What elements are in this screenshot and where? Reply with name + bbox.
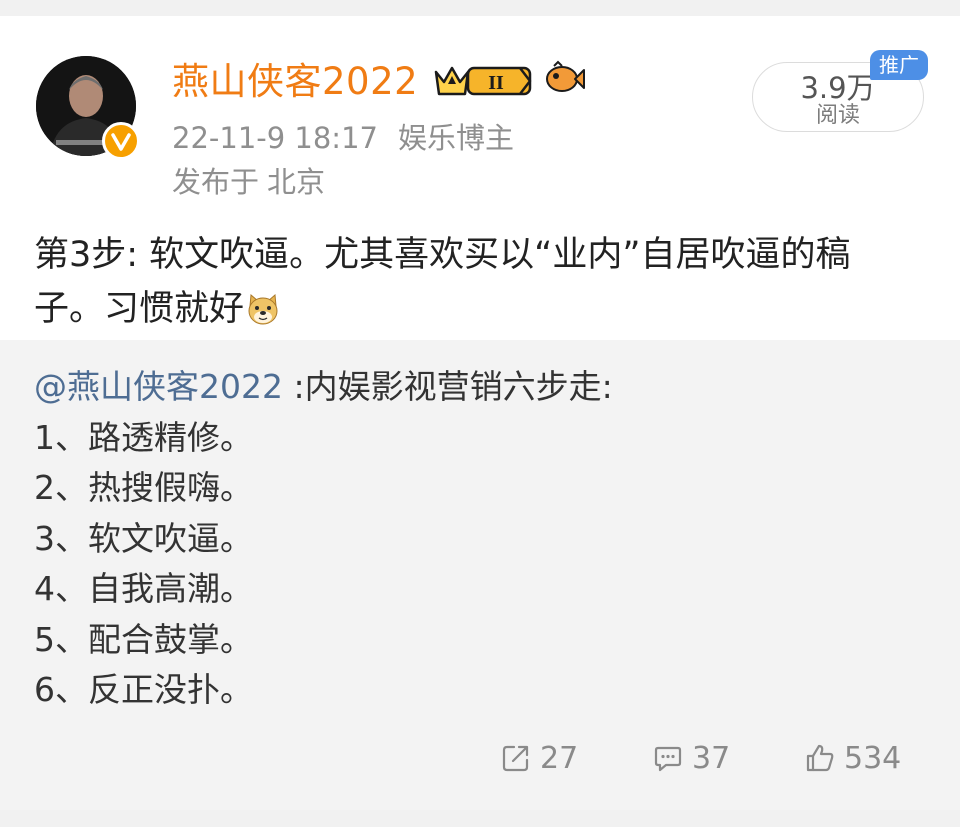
list-item: 5、配合鼓掌。 <box>34 619 253 659</box>
post-meta: 22-11-9 18:17 娱乐博主 <box>172 118 514 158</box>
list-item: 4、自我高潮。 <box>34 569 253 608</box>
read-label: 阅读 <box>815 103 860 128</box>
post-body: 第3步: 软文吹逼。尤其喜欢买以“业内”自居吹逼的稿子。习惯就好 <box>34 235 851 329</box>
svg-text:II: II <box>488 72 504 94</box>
quoted-post[interactable]: @燕山侠客2022 :内娱影视营销六步走: 1、路透精修。 2、热搜假嗨。 3、… <box>0 340 960 810</box>
list-item: 6、反正没扑。 <box>34 670 253 709</box>
comment-button[interactable]: 37 <box>652 738 730 778</box>
comment-count: 37 <box>692 740 731 776</box>
author-category: 娱乐博主 <box>397 121 514 155</box>
verified-v-badge-icon <box>102 122 140 160</box>
top-divider <box>0 0 960 16</box>
bottom-divider <box>0 810 960 827</box>
like-count: 534 <box>844 740 902 776</box>
doge-emoji-icon <box>246 288 280 342</box>
vip-crown-level-badge-icon[interactable]: II <box>434 62 534 102</box>
action-bar: 27 37 534 <box>0 738 960 778</box>
quoted-intro-line: @燕山侠客2022 :内娱影视营销六步走: <box>34 362 934 413</box>
list-item: 1、路透精修。 <box>34 417 253 457</box>
repost-button[interactable]: 27 <box>500 738 578 778</box>
location-prefix: 发布于 <box>172 165 260 199</box>
quoted-intro: :内娱影视营销六步走: <box>282 367 613 406</box>
post-timestamp: 22-11-9 18:17 <box>172 121 378 155</box>
post-location: 发布于 北京 <box>172 162 325 202</box>
promo-tag[interactable]: 推广 <box>870 50 928 80</box>
list-item: 2、热搜假嗨。 <box>34 468 253 507</box>
location-name: 北京 <box>267 165 326 199</box>
fish-badge-icon[interactable] <box>544 60 586 100</box>
quoted-text: @燕山侠客2022 :内娱影视营销六步走: 1、路透精修。 2、热搜假嗨。 3、… <box>34 362 934 716</box>
comment-icon <box>654 746 682 772</box>
repost-count: 27 <box>540 740 579 776</box>
repost-icon <box>502 745 529 772</box>
post-text: 第3步: 软文吹逼。尤其喜欢买以“业内”自居吹逼的稿子。习惯就好 <box>34 228 914 342</box>
list-item: 3、软文吹逼。 <box>34 518 253 558</box>
mention-link[interactable]: @燕山侠客2022 <box>34 367 283 406</box>
thumbs-up-icon <box>806 744 834 772</box>
weibo-post-page: 燕山侠客2022 II 22-11-9 18:17 娱乐博主 发布于 北京 3.9万… <box>0 0 960 827</box>
username[interactable]: 燕山侠客2022 <box>172 58 418 106</box>
like-button[interactable]: 534 <box>804 738 901 778</box>
